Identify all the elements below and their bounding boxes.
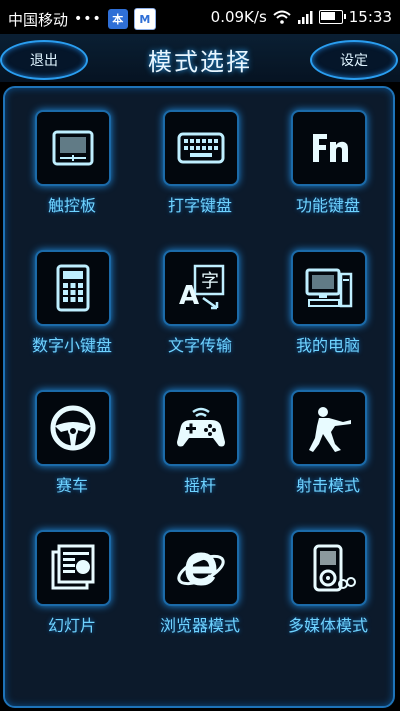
- mode-panel: 触控板 打字键盘 功能键盘 数字小键盘 字A 文字传输 我的电脑 赛车 摇杆 射…: [3, 86, 395, 708]
- mode-label: 打字键盘: [167, 196, 232, 215]
- mode-label: 幻灯片: [47, 616, 96, 635]
- settings-button[interactable]: 设定: [310, 40, 398, 80]
- mode-label: 多媒体模式: [287, 616, 368, 635]
- slides-icon: [35, 530, 111, 606]
- carrier-name: 中国移动: [8, 10, 69, 29]
- mode-text-transfer[interactable]: 字A 文字传输: [135, 240, 265, 360]
- mode-keyboard[interactable]: 打字键盘: [135, 100, 265, 220]
- mode-label: 触控板: [47, 196, 96, 215]
- svg-text:A: A: [179, 281, 199, 311]
- media-player-icon: [291, 530, 367, 606]
- touchpad-icon: [35, 110, 111, 186]
- mode-slides[interactable]: 幻灯片: [7, 520, 137, 640]
- mode-shooter[interactable]: 射击模式: [263, 380, 393, 500]
- mode-label: 摇杆: [183, 476, 216, 495]
- signal-icon: [297, 11, 313, 24]
- mode-touchpad[interactable]: 触控板: [7, 100, 137, 220]
- computer-icon: [291, 250, 367, 326]
- mode-racing[interactable]: 赛车: [7, 380, 137, 500]
- wifi-icon: [273, 10, 291, 24]
- status-bar: 中国移动 ••• 本 M 0.09K/s 15:33: [0, 0, 400, 34]
- svg-text:字: 字: [201, 271, 219, 292]
- text-transfer-icon: 字A: [163, 250, 239, 326]
- fn-key-icon: [291, 110, 367, 186]
- network-speed: 0.09K/s: [210, 8, 267, 26]
- mode-label: 文字传输: [167, 336, 232, 355]
- mode-label: 功能键盘: [295, 196, 360, 215]
- app-notification-icon: 本: [107, 9, 128, 29]
- mode-label: 数字小键盘: [31, 336, 112, 355]
- mode-function-keys[interactable]: 功能键盘: [263, 100, 393, 220]
- steering-wheel-icon: [35, 390, 111, 466]
- battery-icon: [318, 10, 346, 24]
- gamepad-icon: [163, 390, 239, 466]
- mode-label: 浏览器模式: [159, 616, 240, 635]
- mode-numpad[interactable]: 数字小键盘: [7, 240, 137, 360]
- keyboard-icon: [163, 110, 239, 186]
- mode-joystick[interactable]: 摇杆: [135, 380, 265, 500]
- browser-icon: [163, 530, 239, 606]
- mode-multimedia[interactable]: 多媒体模式: [263, 520, 393, 640]
- status-right: 0.09K/s 15:33: [211, 8, 392, 26]
- mode-label: 赛车: [55, 476, 88, 495]
- header-bar: 退出 模式选择 设定: [0, 34, 400, 82]
- app-notification-icon-2: M: [133, 8, 156, 30]
- mode-label: 我的电脑: [295, 336, 360, 355]
- mode-label: 射击模式: [295, 476, 360, 495]
- mode-my-computer[interactable]: 我的电脑: [263, 240, 393, 360]
- more-dots-icon: •••: [74, 11, 102, 27]
- mode-browser[interactable]: 浏览器模式: [135, 520, 265, 640]
- status-left: 中国移动 ••• 本 M: [8, 8, 156, 30]
- shooter-icon: [291, 390, 367, 466]
- clock: 15:33: [348, 8, 392, 26]
- calculator-icon: [35, 250, 111, 326]
